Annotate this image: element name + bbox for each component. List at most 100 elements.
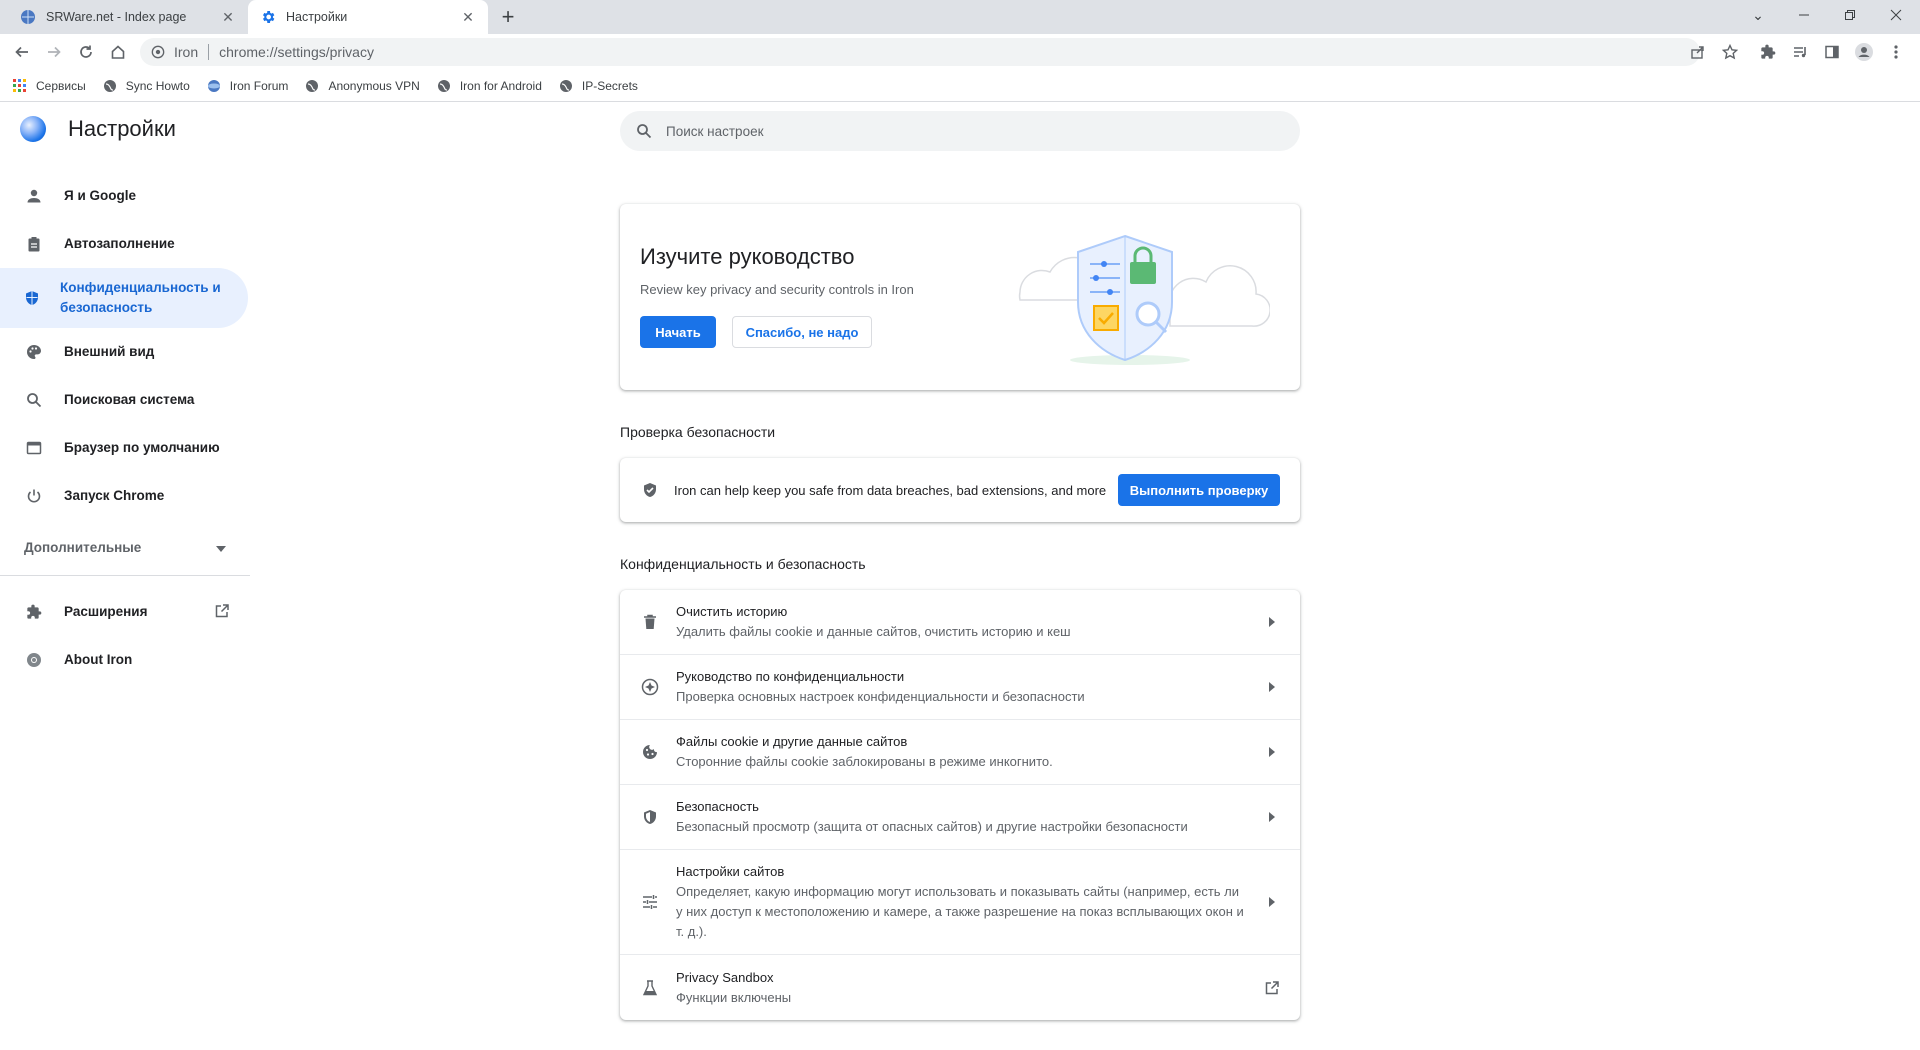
bookmark-sync-howto[interactable]: Sync Howto [102, 78, 190, 94]
profile-avatar-icon[interactable] [1852, 40, 1876, 64]
security-shield-icon [640, 807, 660, 827]
globe-icon [102, 78, 118, 94]
arrow-right-icon [1266, 811, 1278, 823]
row-title: Privacy Sandbox [676, 969, 774, 985]
settings-page: Настройки Поиск настроек Я и Google Авто… [0, 102, 1920, 1050]
omnibox-separator [208, 44, 210, 60]
power-icon [24, 486, 44, 506]
sidebar-advanced-toggle[interactable]: Дополнительные [0, 520, 250, 576]
bookmark-label: Anonymous VPN [328, 78, 420, 93]
safety-check-description: Iron can help keep you safe from data br… [674, 482, 1107, 498]
sidebar-item-you-and-google[interactable]: Я и Google [0, 172, 250, 220]
home-icon[interactable] [106, 40, 130, 64]
forward-icon[interactable] [42, 40, 66, 64]
search-icon [634, 121, 654, 141]
sliders-icon [640, 892, 660, 912]
row-subtitle: Определяет, какую информацию могут испол… [676, 884, 1244, 939]
row-subtitle: Сторонние файлы cookie заблокированы в р… [676, 754, 1053, 769]
search-placeholder: Поиск настроек [666, 123, 764, 139]
sidebar-item-label: Поисковая система [64, 392, 195, 407]
row-privacy-sandbox[interactable]: Privacy Sandbox Функции включены [620, 955, 1300, 1020]
privacy-guide-promo-card: Изучите руководство Review key privacy a… [620, 204, 1300, 390]
settings-search-input[interactable]: Поиск настроек [620, 111, 1300, 151]
close-icon[interactable]: ✕ [460, 9, 476, 25]
run-safety-check-button[interactable]: Выполнить проверку [1118, 474, 1280, 506]
sidebar-item-search-engine[interactable]: Поисковая система [0, 376, 250, 424]
globe-icon [436, 78, 452, 94]
toolbar: Iron chrome://settings/privacy [0, 34, 1920, 70]
share-icon[interactable] [1686, 40, 1710, 64]
new-tab-button[interactable]: + [496, 4, 520, 29]
privacy-settings-card: Очистить историю Удалить файлы cookie и … [620, 590, 1300, 1020]
close-window-icon[interactable] [1880, 0, 1912, 30]
bookmark-label: Iron for Android [459, 78, 542, 93]
iron-globe-icon [20, 9, 36, 25]
bookmark-ip-secrets[interactable]: IP-Secrets [558, 78, 638, 94]
bookmark-label: IP-Secrets [581, 78, 638, 93]
address-bar[interactable]: Iron chrome://settings/privacy [140, 38, 1700, 66]
tab-srware[interactable]: SRWare.net - Index page ✕ [8, 0, 248, 34]
sidebar-advanced-label: Дополнительные [24, 540, 142, 555]
page-title: Настройки [68, 116, 176, 141]
sidebar-item-privacy[interactable]: Конфиденциальность и безопасность [0, 268, 248, 328]
privacy-section-heading: Конфиденциальность и безопасность [620, 556, 866, 572]
row-site-settings[interactable]: Настройки сайтов Определяет, какую инфор… [620, 850, 1300, 955]
side-panel-icon[interactable] [1820, 40, 1844, 64]
search-icon [24, 390, 44, 410]
site-info-icon[interactable] [150, 44, 166, 60]
sidebar-item-extensions[interactable]: Расширения [0, 588, 250, 636]
settings-header: Настройки [20, 116, 176, 142]
row-title: Настройки сайтов [676, 864, 785, 879]
url-text[interactable]: chrome://settings/privacy [219, 44, 374, 60]
sidebar-item-autofill[interactable]: Автозаполнение [0, 220, 250, 268]
iron-icon [206, 78, 222, 94]
reload-icon[interactable] [74, 40, 98, 64]
open-in-new-icon [1264, 980, 1280, 996]
open-in-new-icon [214, 603, 230, 622]
sidebar-item-on-startup[interactable]: Запуск Chrome [0, 472, 250, 520]
sidebar-item-label: Запуск Chrome [64, 488, 165, 503]
back-icon[interactable] [10, 40, 34, 64]
extensions-puzzle-icon[interactable] [1756, 40, 1780, 64]
bookmark-services[interactable]: Сервисы [12, 78, 86, 94]
bookmark-iron-for-android[interactable]: Iron for Android [436, 78, 542, 94]
sidebar-item-label: About Iron [64, 652, 133, 667]
menu-kebab-icon[interactable] [1884, 40, 1908, 64]
tab-strip: SRWare.net - Index page ✕ Настройки ✕ + … [0, 0, 1920, 34]
bookmark-label: Sync Howto [125, 78, 190, 93]
minimize-icon[interactable] [1788, 0, 1820, 30]
bookmark-anonymous-vpn[interactable]: Anonymous VPN [304, 78, 420, 94]
globe-icon [558, 78, 574, 94]
shield-check-icon [640, 480, 660, 500]
media-queue-icon[interactable] [1788, 40, 1812, 64]
guide-subtitle: Review key privacy and security controls… [640, 282, 914, 297]
restore-icon[interactable] [1834, 0, 1866, 30]
sidebar-item-label: Браузер по умолчанию [64, 440, 220, 455]
start-guide-button[interactable]: Начать [640, 316, 716, 348]
close-icon[interactable]: ✕ [220, 9, 236, 25]
row-security[interactable]: Безопасность Безопасный просмотр (защита… [620, 785, 1300, 850]
row-privacy-guide[interactable]: Руководство по конфиденциальности Провер… [620, 655, 1300, 720]
bookmark-iron-forum[interactable]: Iron Forum [206, 78, 288, 94]
star-icon[interactable] [1718, 40, 1742, 64]
tab-settings[interactable]: Настройки ✕ [248, 0, 488, 34]
sidebar-item-appearance[interactable]: Внешний вид [0, 328, 250, 376]
settings-sidebar: Я и Google Автозаполнение Конфиденциальн… [0, 172, 250, 684]
row-title: Файлы cookie и другие данные сайтов [676, 734, 908, 749]
sidebar-item-label: Внешний вид [64, 344, 155, 359]
sidebar-item-about[interactable]: About Iron [0, 636, 250, 684]
sidebar-item-label: Конфиденциальность и безопасность [60, 280, 221, 315]
row-cookies[interactable]: Файлы cookie и другие данные сайтов Стор… [620, 720, 1300, 785]
no-thanks-button[interactable]: Спасибо, не надо [732, 316, 872, 348]
globe-icon [304, 78, 320, 94]
gear-icon [260, 9, 276, 25]
sidebar-item-label: Автозаполнение [64, 236, 175, 251]
arrow-right-icon [1266, 746, 1278, 758]
sidebar-item-default-browser[interactable]: Браузер по умолчанию [0, 424, 250, 472]
arrow-right-icon [1266, 616, 1278, 628]
row-clear-browsing-data[interactable]: Очистить историю Удалить файлы cookie и … [620, 590, 1300, 655]
apps-grid-icon [12, 78, 28, 94]
sidebar-item-label: Я и Google [64, 188, 137, 203]
tab-search-icon[interactable]: ⌄ [1742, 0, 1774, 30]
flask-icon [640, 978, 660, 998]
